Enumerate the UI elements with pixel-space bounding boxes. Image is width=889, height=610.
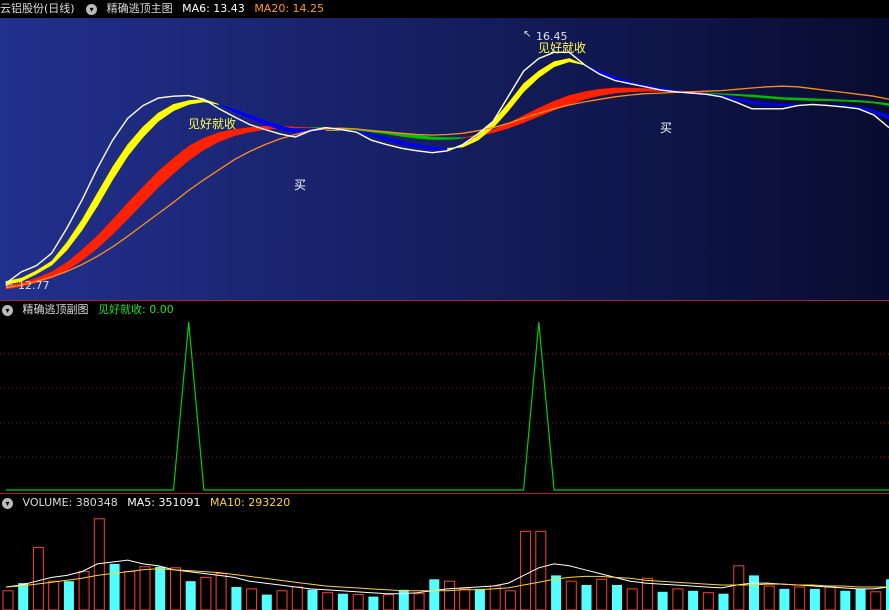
sub-indicator-name[interactable]: 精确逃顶副图 [23, 303, 89, 316]
volume-bar-up [824, 586, 836, 610]
main-chart[interactable]: 16.45 见好就收 见好就收 买 买 12.77 ← ↖ [0, 18, 889, 300]
volume-chart[interactable] [0, 512, 889, 610]
volume-bar-down [809, 588, 820, 610]
volume-bar-up [32, 547, 44, 610]
volume-bar-up [246, 588, 258, 610]
volume-bar-up [626, 588, 638, 610]
volume-bar-down [63, 581, 74, 610]
volume-bar-up [565, 580, 577, 610]
volume-bar-down [429, 579, 440, 610]
volume-bar-down [551, 575, 562, 610]
volume-bar-down [474, 588, 485, 610]
volume-bar-down [657, 591, 668, 610]
volume-bar-up [459, 588, 471, 610]
main-indicator-name[interactable]: 精确逃顶主图 [107, 2, 173, 15]
chevron-down-icon[interactable]: ▾ [2, 497, 13, 509]
slow-band-segment [431, 136, 448, 140]
volume-ma10-value: MA10: 293220 [209, 496, 291, 509]
volume-bar-down [18, 583, 29, 610]
volume-bar-down [368, 596, 379, 610]
signal-chart[interactable] [0, 319, 889, 493]
volume-bar-up [794, 586, 806, 610]
volume-bar-up [124, 571, 136, 610]
stock-name[interactable]: 云铝股份(日线) [0, 2, 75, 15]
signal-line [6, 321, 889, 491]
signal-value: 见好就收: 0.00 [98, 303, 174, 316]
slow-band-segment [782, 97, 799, 101]
ma20-value: MA20: 14.25 [254, 2, 325, 15]
volume-bar-up [276, 590, 288, 610]
volume-bar-down [307, 589, 318, 610]
volume-bar-down [398, 589, 409, 610]
chevron-down-icon[interactable]: ▾ [2, 304, 13, 316]
slow-band-segment [797, 97, 814, 101]
slow-band-segment [629, 87, 646, 93]
volume-bar-up [733, 565, 745, 610]
volume-bar-up [535, 530, 547, 610]
volume-bar-down [688, 590, 699, 610]
volume-bar-up [200, 576, 212, 610]
volume-bar-down [337, 593, 348, 610]
volume-bar-up [170, 567, 181, 610]
volume-bar-down [718, 593, 729, 610]
low-price-label: 12.77 [18, 279, 50, 292]
volume-bar-up [383, 594, 395, 610]
volume-bar-down [612, 585, 622, 610]
volume-bar-down [581, 585, 592, 610]
chevron-down-icon[interactable]: ▾ [86, 3, 98, 15]
volume-value: VOLUME: 380348 [22, 496, 118, 509]
volume-bar-up [291, 586, 303, 610]
volume-bar-up [139, 566, 151, 610]
volume-bar-down [185, 581, 196, 610]
volume-bar-up [352, 594, 364, 610]
volume-bar-up [489, 585, 501, 610]
volume-bar-down [855, 588, 866, 610]
volume-bar-up [2, 590, 14, 610]
volume-bar-down [840, 590, 851, 610]
volume-bar-up [672, 588, 684, 610]
volume-bar-up [444, 580, 455, 610]
volume-bar-down [155, 566, 166, 610]
volume-bar-down [779, 588, 790, 610]
sell-signal-label-1: 见好就收 [188, 117, 236, 131]
volume-bar-up [520, 530, 532, 610]
slow-band-segment [812, 98, 829, 101]
main-chart-background [0, 18, 889, 300]
buy-signal-label-2: 买 [660, 121, 672, 135]
volume-bar-up [322, 592, 334, 610]
main-header: 云铝股份(日线) ▾ 精确逃顶主图 MA6: 13.43 MA20: 14.25 [0, 0, 330, 18]
volume-bar-up [504, 590, 516, 610]
volume-bar-down [749, 575, 759, 610]
volume-bar-down [261, 594, 272, 610]
sell-signal-label-2: 见好就收 [538, 41, 586, 55]
volume-bar-down [109, 563, 120, 610]
volume-ma5-value: MA5: 351091 [127, 496, 201, 509]
volume-bar-down [231, 587, 242, 610]
sub-header: ▾ 精确逃顶副图 见好就收: 0.00 [0, 301, 180, 319]
volume-bar-up [596, 578, 608, 610]
high-arrow-icon: ↖ [523, 29, 531, 40]
volume-bar-up [413, 593, 425, 610]
volume-bar-up [215, 573, 227, 610]
volume-bar-up [702, 592, 714, 610]
low-arrow-icon: ← [5, 280, 13, 291]
volume-bar-up [763, 585, 775, 610]
volume-bar-up [870, 591, 882, 610]
volume-bar-up [48, 580, 60, 610]
ma6-value: MA6: 13.43 [182, 2, 245, 15]
volume-header: ▾ VOLUME: 380348 MA5: 351091 MA10: 29322… [0, 494, 296, 512]
buy-signal-label-1: 买 [294, 178, 306, 192]
